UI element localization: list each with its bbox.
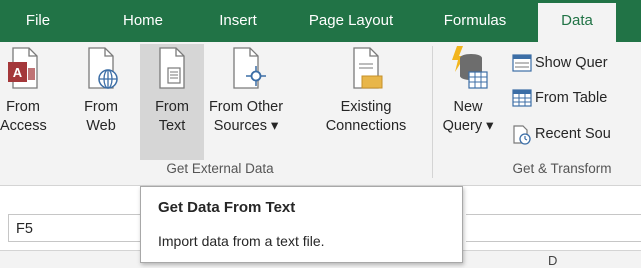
formula-bar[interactable] bbox=[466, 214, 641, 242]
tooltip-title: Get Data From Text bbox=[158, 199, 296, 216]
show-queries-button[interactable]: Show Quer bbox=[512, 52, 641, 74]
show-queries-icon bbox=[512, 54, 532, 72]
from-text-label-2: Text bbox=[158, 118, 186, 134]
tab-file[interactable]: File bbox=[10, 0, 66, 42]
from-access-button[interactable]: A From Access bbox=[0, 44, 47, 154]
new-query-label-2: Query ▾ bbox=[442, 118, 494, 134]
table-icon bbox=[512, 89, 532, 107]
globe-web-icon bbox=[88, 47, 118, 89]
from-web-label-1: From bbox=[84, 99, 118, 115]
ribbon-data: A From Access From Web From Text From Ot… bbox=[0, 42, 641, 186]
group-separator bbox=[432, 46, 433, 178]
group-label-get-transform: Get & Transform bbox=[512, 161, 612, 176]
text-file-icon bbox=[159, 47, 185, 89]
from-text-label-1: From bbox=[155, 99, 189, 115]
new-query-button[interactable]: New Query ▾ bbox=[440, 44, 496, 154]
ribbon-tab-bar: File Home Insert Page Layout Formulas Da… bbox=[0, 0, 641, 42]
existing-connections-label-2: Connections bbox=[325, 118, 407, 134]
tab-page-layout[interactable]: Page Layout bbox=[296, 0, 406, 42]
tooltip-description: Import data from a text file. bbox=[158, 233, 325, 249]
from-web-label-2: Web bbox=[86, 118, 116, 134]
from-access-label-2: Access bbox=[0, 118, 47, 134]
other-sources-icon bbox=[233, 47, 266, 89]
recent-sources-button[interactable]: Recent Sou bbox=[512, 123, 641, 145]
svg-text:A: A bbox=[13, 65, 23, 80]
column-header-d[interactable]: D bbox=[548, 253, 557, 268]
tab-data[interactable]: Data bbox=[538, 3, 616, 42]
name-box[interactable]: F5 bbox=[8, 214, 158, 242]
from-other-sources-label-2: Sources ▾ bbox=[213, 118, 279, 134]
new-query-label-1: New bbox=[453, 99, 483, 115]
tab-formulas[interactable]: Formulas bbox=[432, 0, 518, 42]
tab-home[interactable]: Home bbox=[108, 0, 178, 42]
from-other-sources-button[interactable]: From Other Sources ▾ bbox=[206, 44, 286, 154]
recent-sources-label: Recent Sou bbox=[535, 126, 611, 142]
from-text-button[interactable]: From Text bbox=[140, 44, 204, 160]
show-queries-label: Show Quer bbox=[535, 55, 608, 71]
tooltip: Get Data From Text Import data from a te… bbox=[140, 186, 463, 263]
from-web-button[interactable]: From Web bbox=[78, 44, 124, 154]
from-table-label: From Table bbox=[535, 90, 608, 106]
existing-connections-icon bbox=[353, 47, 383, 89]
from-other-sources-label-1: From Other bbox=[208, 99, 284, 115]
tab-insert[interactable]: Insert bbox=[205, 0, 271, 42]
from-access-label-1: From bbox=[6, 99, 40, 115]
new-query-icon bbox=[452, 46, 488, 89]
group-label-get-external-data: Get External Data bbox=[166, 161, 274, 176]
from-table-button[interactable]: From Table bbox=[512, 87, 641, 109]
existing-connections-button[interactable]: Existing Connections bbox=[320, 44, 412, 154]
recent-sources-icon bbox=[513, 125, 531, 145]
access-database-icon: A bbox=[8, 47, 38, 89]
existing-connections-label-1: Existing bbox=[340, 99, 392, 115]
